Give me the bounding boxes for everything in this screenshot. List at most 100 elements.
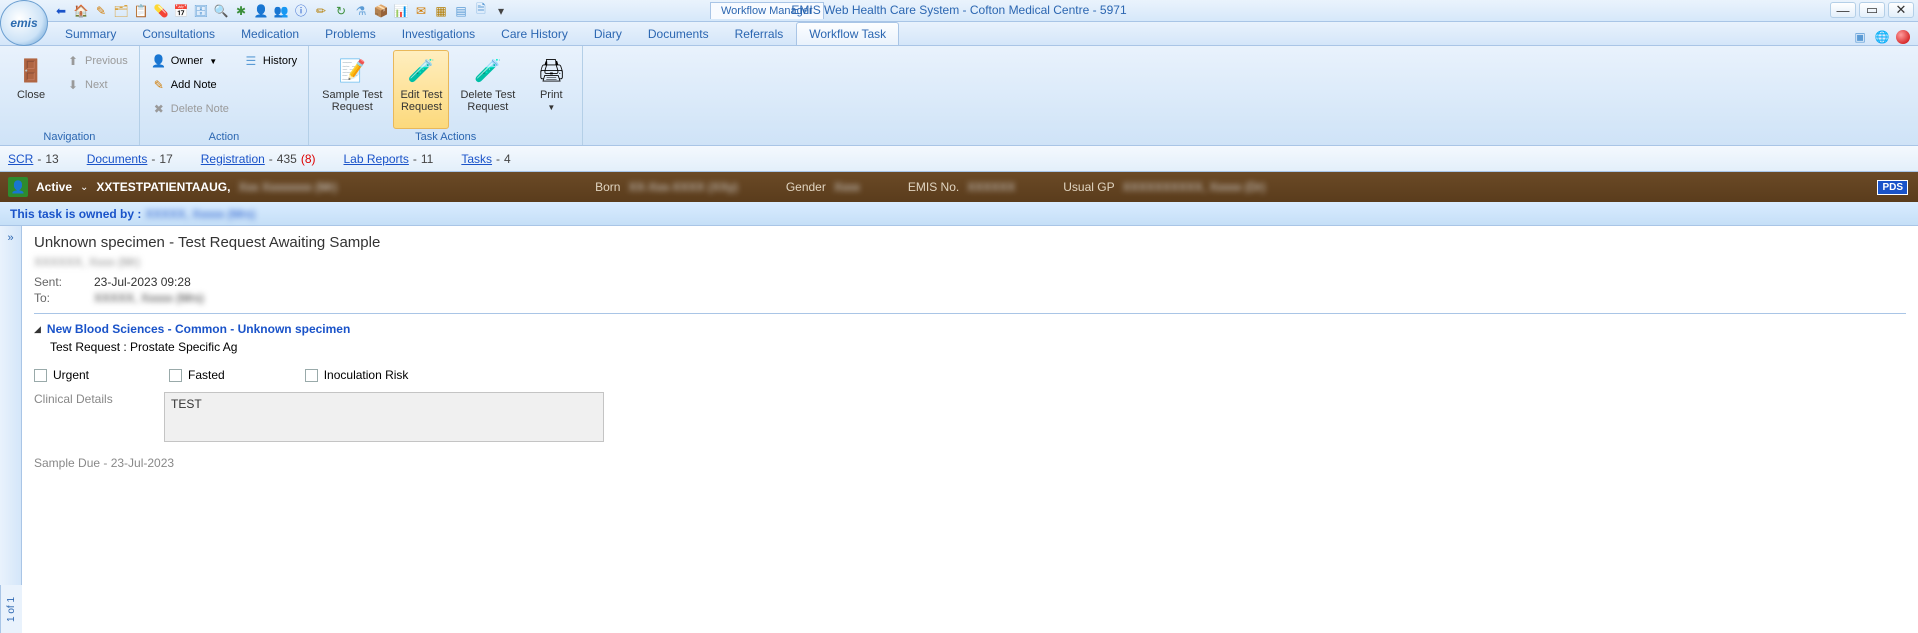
window-controls: — ▭ ✕ <box>1830 2 1914 18</box>
doc-icon[interactable]: 🗎 <box>472 2 490 20</box>
delete-label: Delete Test Request <box>460 89 515 113</box>
owner-prefix: This task is owned by : <box>10 207 141 221</box>
person-icon[interactable]: 👤 <box>252 2 270 20</box>
tab-referrals[interactable]: Referrals <box>722 22 797 45</box>
history-list-icon: ☰ <box>243 53 259 69</box>
collapse-triangle-icon[interactable]: ◢ <box>34 324 41 335</box>
tab-problems[interactable]: Problems <box>312 22 389 45</box>
sidebar-expand-button[interactable]: » <box>0 226 22 606</box>
module-tab[interactable]: Workflow Manager <box>710 2 824 19</box>
tab-medication[interactable]: Medication <box>228 22 312 45</box>
tab-summary[interactable]: Summary <box>52 22 129 45</box>
checkbox-icon <box>169 369 182 382</box>
inoculation-checkbox[interactable]: Inoculation Risk <box>305 368 409 382</box>
delete-test-request-button[interactable]: 🧪 Delete Test Request <box>453 50 522 129</box>
print-label: Print▼ <box>540 89 563 113</box>
info-icon[interactable]: ⓘ <box>292 2 310 20</box>
home-icon[interactable]: 🏠 <box>72 2 90 20</box>
back-icon[interactable]: ⬅ <box>52 2 70 20</box>
to-value: XXXXX, Xxxxx (Mrs) <box>94 291 204 305</box>
pds-badge[interactable]: PDS <box>1877 180 1908 195</box>
refresh-icon[interactable]: ↻ <box>332 2 350 20</box>
documents-link[interactable]: Documents <box>87 152 148 166</box>
patient-name-rest: Xxx Xxxxxxxx (Mr) <box>238 180 337 194</box>
edit-test-request-button[interactable]: 🧪 Edit Test Request <box>393 50 449 129</box>
grid-icon[interactable]: ▦ <box>432 2 450 20</box>
table-icon[interactable]: ▤ <box>452 2 470 20</box>
people-icon[interactable]: 👥 <box>272 2 290 20</box>
menu-right-icons: ▣ 🌐 <box>1852 29 1910 45</box>
scr-link[interactable]: SCR <box>8 152 33 166</box>
section-link[interactable]: New Blood Sciences - Common - Unknown sp… <box>47 322 350 336</box>
database-icon[interactable]: 🗄 <box>192 2 210 20</box>
vial-delete-icon: 🧪 <box>472 55 504 87</box>
close-label: Close <box>17 89 45 101</box>
lab-reports-link[interactable]: Lab Reports <box>344 152 409 166</box>
minimize-button[interactable]: — <box>1830 2 1856 18</box>
chevron-down-icon: ▼ <box>209 57 217 66</box>
arrow-down-icon: ⬇ <box>65 77 81 93</box>
next-button: ⬇ Next <box>60 74 133 96</box>
quick-access-toolbar: ⬅ 🏠 ✎ 🗂 📋 💊 📅 🗄 🔍 ✱ 👤 👥 ⓘ ✏ ↻ ⚗ 📦 📊 ✉ ▦ … <box>52 2 510 20</box>
tasks-link[interactable]: Tasks <box>461 152 492 166</box>
close-task-button[interactable]: 🚪 Close <box>6 50 56 129</box>
history-button[interactable]: ☰ History <box>238 50 302 72</box>
ribbon-group-navigation: 🚪 Close ⬆ Previous ⬇ Next Navigation <box>0 46 140 145</box>
window-icon[interactable]: ▣ <box>1852 29 1868 45</box>
owner-button[interactable]: 👤 Owner ▼ <box>146 50 234 72</box>
dropdown-icon[interactable]: ▾ <box>492 2 510 20</box>
tab-workflow-task[interactable]: Workflow Task <box>796 22 899 45</box>
tab-documents[interactable]: Documents <box>635 22 722 45</box>
flask-icon[interactable]: ⚗ <box>352 2 370 20</box>
ribbon: 🚪 Close ⬆ Previous ⬇ Next Navigation 👤 <box>0 46 1918 146</box>
inoculation-label: Inoculation Risk <box>324 368 409 382</box>
usual-gp-value: XXXXXXXXXX, Xxxxx (Dr) <box>1123 180 1266 194</box>
calendar-icon[interactable]: 📅 <box>172 2 190 20</box>
delete-note-button: ✖ Delete Note <box>146 98 234 120</box>
task-title: Unknown specimen - Test Request Awaiting… <box>34 234 1906 251</box>
sample-label: Sample Test Request <box>322 89 382 113</box>
globe-icon[interactable]: 🌐 <box>1874 29 1890 45</box>
ribbon-group-action: 👤 Owner ▼ ✎ Add Note ✖ Delete Note ☰ His… <box>140 46 309 145</box>
close-button[interactable]: ✕ <box>1888 2 1914 18</box>
search-icon[interactable]: 🔍 <box>212 2 230 20</box>
wand-icon[interactable]: ✏ <box>312 2 330 20</box>
chart-icon[interactable]: 📊 <box>392 2 410 20</box>
urgent-label: Urgent <box>53 368 89 382</box>
sample-test-request-button[interactable]: 📝 Sample Test Request <box>315 50 389 129</box>
divider <box>34 313 1906 314</box>
app-logo[interactable]: emis <box>0 0 48 46</box>
printer-icon: 🖨 <box>535 55 567 87</box>
fasted-checkbox[interactable]: Fasted <box>169 368 225 382</box>
pill-icon[interactable]: 💊 <box>152 2 170 20</box>
edit-label: Edit Test Request <box>400 89 442 113</box>
gender-value: Xxxx <box>834 180 860 194</box>
tab-care-history[interactable]: Care History <box>488 22 581 45</box>
tab-consultations[interactable]: Consultations <box>129 22 228 45</box>
checkbox-icon <box>34 369 47 382</box>
tab-investigations[interactable]: Investigations <box>389 22 488 45</box>
clipboard-icon[interactable]: 📋 <box>132 2 150 20</box>
registration-link[interactable]: Registration <box>201 152 265 166</box>
folder-icon[interactable]: 🗂 <box>112 2 130 20</box>
tab-diary[interactable]: Diary <box>581 22 635 45</box>
add-note-button[interactable]: ✎ Add Note <box>146 74 234 96</box>
star-icon[interactable]: ✱ <box>232 2 250 20</box>
print-button[interactable]: 🖨 Print▼ <box>526 50 576 129</box>
fasted-label: Fasted <box>188 368 225 382</box>
box-icon[interactable]: 📦 <box>372 2 390 20</box>
maximize-button[interactable]: ▭ <box>1859 2 1885 18</box>
clinical-details-field[interactable]: TEST <box>164 392 604 442</box>
emis-no-value: XXXXXX <box>967 180 1015 194</box>
main-panel: Unknown specimen - Test Request Awaiting… <box>22 226 1918 606</box>
close-door-icon: 🚪 <box>15 55 47 87</box>
ribbon-label-action: Action <box>146 129 302 143</box>
urgent-checkbox[interactable]: Urgent <box>34 368 89 382</box>
pencil-icon[interactable]: ✎ <box>92 2 110 20</box>
born-value: XX-Xxx-XXXX (XXy) <box>628 180 737 194</box>
menu-tabs-row: Summary Consultations Medication Problem… <box>0 22 1918 46</box>
patient-chevron-icon[interactable]: ⌄ <box>80 182 88 193</box>
page-indicator: 1 of 1 <box>0 585 22 633</box>
mail-icon[interactable]: ✉ <box>412 2 430 20</box>
alert-indicator-icon[interactable] <box>1896 30 1910 44</box>
